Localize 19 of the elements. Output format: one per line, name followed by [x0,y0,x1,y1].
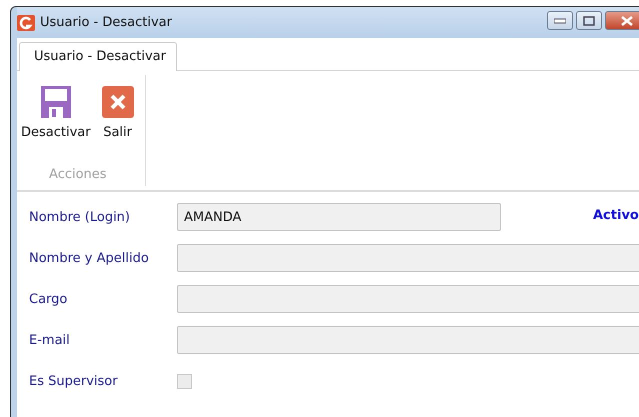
maximize-icon [583,16,595,26]
field-label: E-mail [29,332,71,348]
tab[interactable]: Usuario - Desactivar [19,42,177,71]
deactivate-button[interactable]: Desactivar [19,85,93,167]
close-icon [621,16,633,26]
status-label: Activo [593,208,639,223]
minimize-button[interactable] [547,11,573,30]
close-icon [100,85,135,119]
app-logo-icon [17,14,35,30]
close-button[interactable] [605,11,639,30]
minimize-icon [554,18,566,24]
field-label: Es Supervisor [29,374,119,388]
field-label: Nombre y Apellido [29,250,150,266]
maximize-button[interactable] [576,11,602,30]
exit-button[interactable]: Salir [98,85,137,167]
window-title: Usuario - Desactivar [40,15,173,30]
group-label: Acciones [49,167,107,182]
field-label: Nombre (Login) [29,210,131,224]
field-label: Cargo [29,292,68,306]
